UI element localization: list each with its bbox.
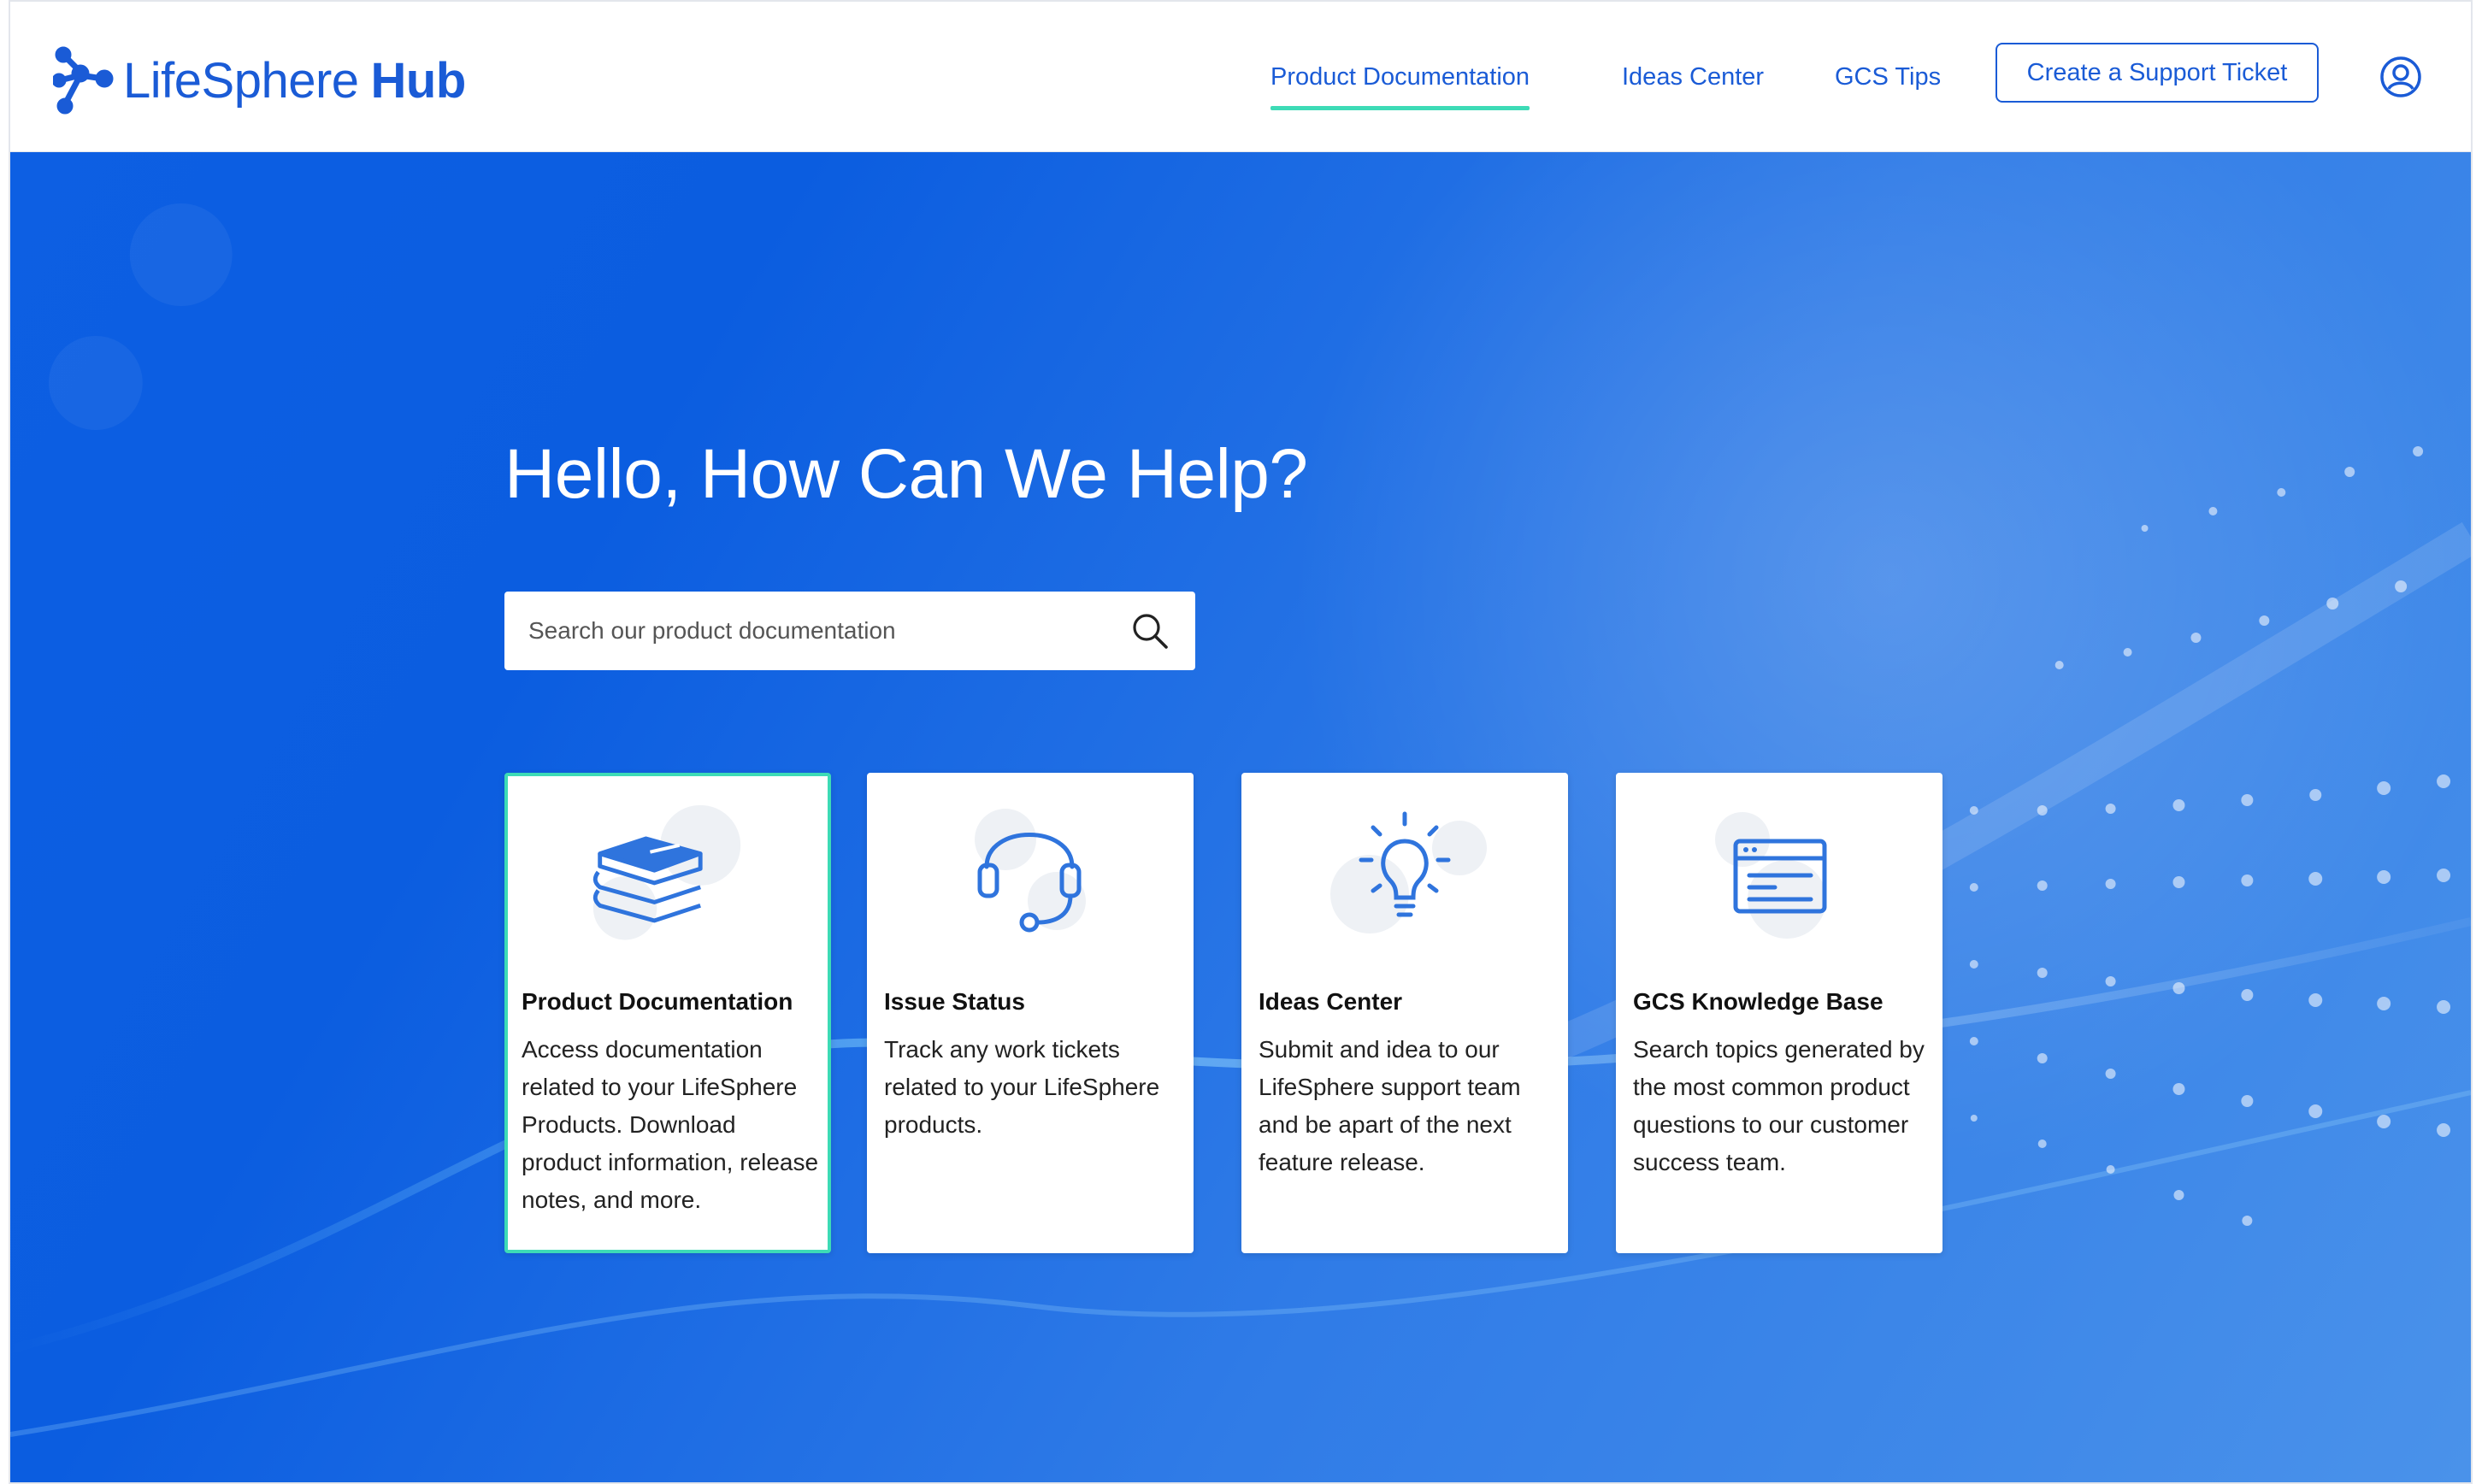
hero-section: Hello, How Can We Help? Produc [10,152,2471,1482]
card-ideas-center[interactable]: Ideas Center Submit and idea to our Life… [1241,773,1568,1253]
card-description: Search topics generated by the most comm… [1633,1036,1925,1175]
user-circle-icon[interactable] [2379,55,2423,99]
search-icon[interactable] [1130,611,1170,651]
card-description: Access documentation related to your Lif… [522,1036,819,1213]
nav-gcs-tips[interactable]: GCS Tips [1835,63,1941,91]
logo-text-bold: Hub [370,52,467,109]
lightbulb-icon [1330,811,1487,933]
card-gcs-knowledge-base[interactable]: GCS Knowledge Base Search topics generat… [1616,773,1942,1253]
books-icon [592,804,741,940]
card-issue-status[interactable]: Issue Status Track any work tickets rela… [867,773,1194,1253]
site-header: LifeSphere Hub Product Documentation Idea… [10,2,2471,152]
search-input[interactable] [504,592,1130,670]
hero-background-graphic [10,152,2471,1437]
card-title: Product Documentation [522,988,793,1015]
search-bar [504,592,1195,670]
browser-frame: LifeSphere Hub Product Documentation Idea… [9,0,2473,1484]
create-support-ticket-button[interactable]: Create a Support Ticket [1996,43,2319,103]
card-title: Issue Status [884,988,1025,1015]
card-description: Submit and idea to our LifeSphere suppor… [1259,1036,1521,1175]
browser-window-icon [1715,812,1827,939]
nav-product-documentation[interactable]: Product Documentation [1270,63,1530,110]
card-product-documentation[interactable]: Product Documentation Access documentati… [504,773,831,1253]
logo-wordmark: LifeSphere Hub [123,52,466,109]
nav-ideas-center[interactable]: Ideas Center [1622,63,1764,91]
headset-icon [975,809,1086,933]
card-description: Track any work tickets related to your L… [884,1036,1160,1138]
card-title: GCS Knowledge Base [1633,988,1884,1015]
logo-text-light: LifeSphere [123,52,359,109]
logo[interactable]: LifeSphere Hub [53,46,466,115]
hero-title: Hello, How Can We Help? [504,435,1308,513]
card-title: Ideas Center [1259,988,1403,1015]
logo-mark-icon [53,46,114,115]
